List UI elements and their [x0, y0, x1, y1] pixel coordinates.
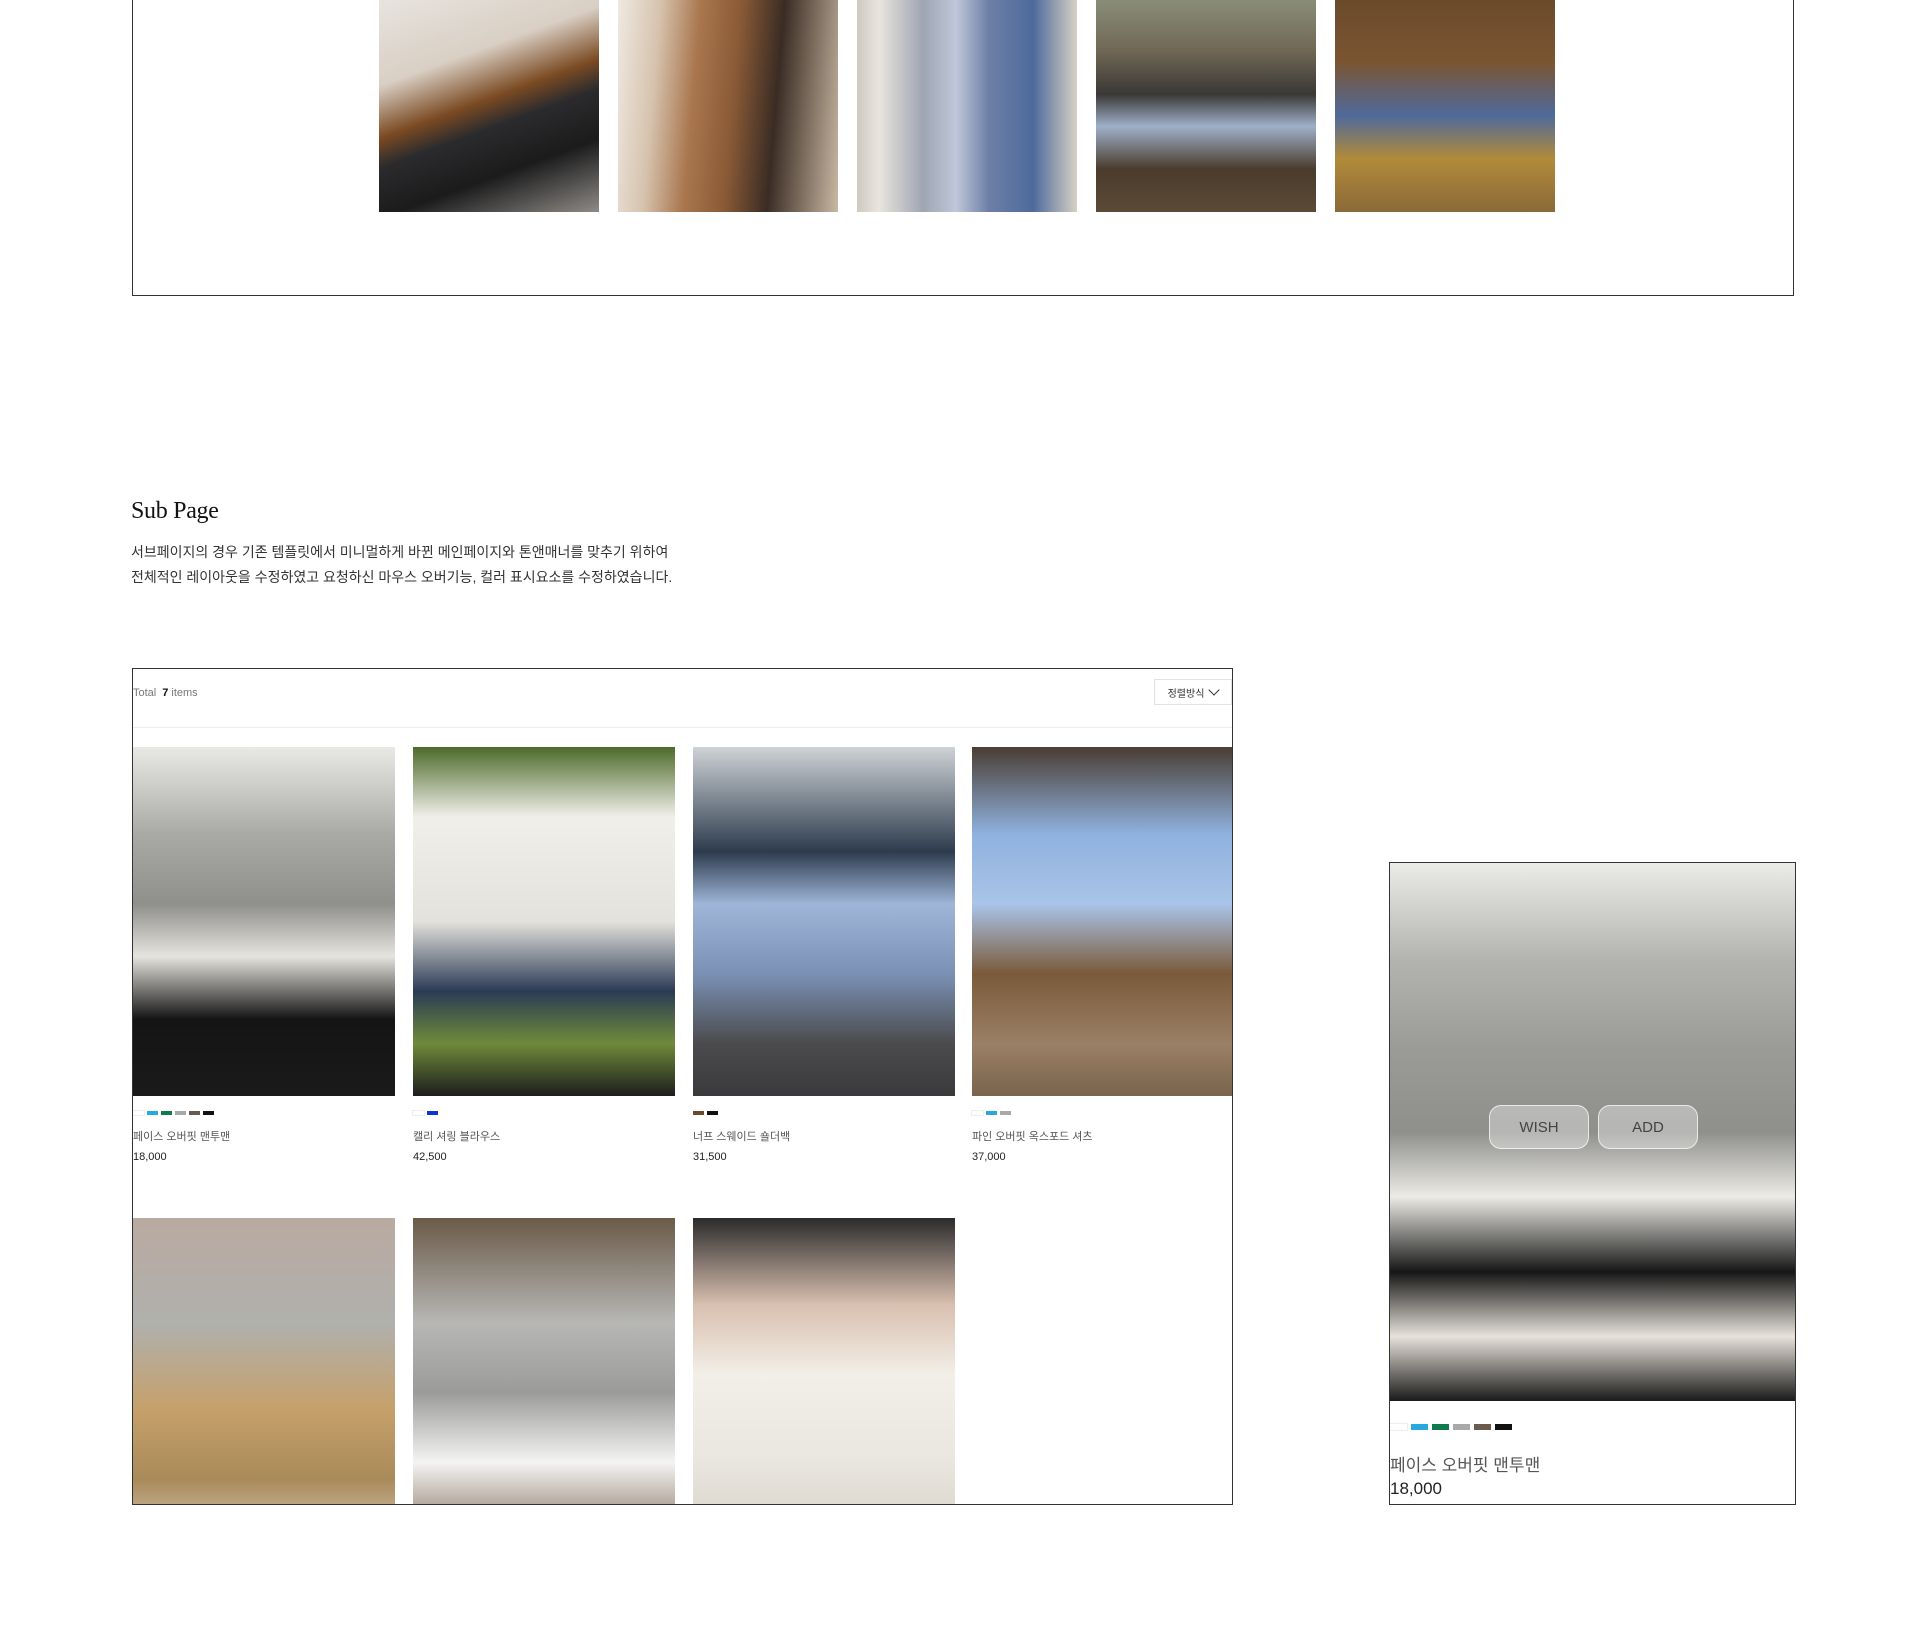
- color-swatch: [203, 1111, 214, 1115]
- product-card[interactable]: 페이스 오버핏 맨투맨 18,000: [133, 747, 395, 1163]
- color-swatch: [693, 1111, 704, 1115]
- color-swatches: [1390, 1423, 1512, 1431]
- product-card[interactable]: 캘리 셔링 블라우스 42,500: [412, 747, 675, 1163]
- product-image[interactable]: [133, 747, 395, 1096]
- product-name[interactable]: 페이스 오버핏 맨투맨: [1390, 1451, 1540, 1476]
- sort-dropdown[interactable]: 정렬방식: [1154, 679, 1232, 705]
- color-swatch: [412, 1110, 425, 1116]
- color-swatch: [971, 1110, 984, 1116]
- product-image[interactable]: [133, 1218, 395, 1504]
- sort-label: 정렬방식: [1167, 688, 1205, 700]
- product-card[interactable]: 너프 스웨이드 숄더백 31,500: [693, 747, 955, 1163]
- product-name[interactable]: 파인 오버핏 옥스포드 셔츠: [972, 1128, 1232, 1144]
- product-image[interactable]: [693, 747, 955, 1096]
- section-title: Sub Page: [131, 498, 219, 524]
- color-swatches: [971, 1110, 1232, 1116]
- color-swatches: [412, 1110, 675, 1116]
- color-swatch: [147, 1111, 158, 1115]
- color-swatch: [986, 1111, 997, 1115]
- color-swatch: [1453, 1424, 1470, 1430]
- color-swatches: [133, 1110, 395, 1116]
- product-image[interactable]: [693, 1218, 955, 1504]
- product-image[interactable]: [1390, 863, 1795, 1401]
- main-page-preview-frame: [132, 0, 1794, 296]
- lookbook-photo-4[interactable]: [1096, 0, 1316, 212]
- chevron-down-icon: [1208, 684, 1221, 696]
- product-card[interactable]: [413, 1218, 675, 1504]
- product-name[interactable]: 페이스 오버핏 맨투맨: [133, 1128, 395, 1144]
- items-label: items: [171, 687, 198, 699]
- product-price: 37,000: [972, 1151, 1006, 1163]
- product-card[interactable]: [133, 1218, 395, 1504]
- color-swatch: [1495, 1424, 1512, 1430]
- product-card[interactable]: 파인 오버핏 옥스포드 셔츠 37,000: [971, 747, 1232, 1163]
- color-swatch: [427, 1111, 438, 1115]
- total-count: Total 7 items: [133, 687, 198, 699]
- color-swatch: [133, 1110, 145, 1116]
- color-swatch: [1390, 1423, 1408, 1431]
- total-label: Total: [133, 687, 157, 699]
- product-image[interactable]: [413, 747, 675, 1096]
- section-description: 서브페이지의 경우 기존 템플릿에서 미니멀하게 바뀐 메인페이지와 톤앤매너를…: [131, 540, 672, 590]
- product-price: 31,500: [693, 1151, 727, 1163]
- color-swatch: [161, 1111, 172, 1115]
- product-price: 18,000: [1390, 1479, 1442, 1498]
- lookbook-photo-5[interactable]: [1335, 0, 1555, 212]
- section-description-line-2: 전체적인 레이아웃을 수정하였고 요청하신 마우스 오버기능, 컬러 표시요소를…: [131, 569, 673, 585]
- product-price: 42,500: [413, 1151, 447, 1163]
- color-swatch: [707, 1111, 718, 1115]
- section-description-line-1: 서브페이지의 경우 기존 템플릿에서 미니멀하게 바뀐 메인페이지와 톤앤매너를…: [131, 544, 669, 560]
- list-header-divider: [133, 727, 1232, 728]
- product-name[interactable]: 너프 스웨이드 숄더백: [693, 1128, 955, 1144]
- product-image[interactable]: [972, 747, 1232, 1096]
- wish-button[interactable]: WISH: [1489, 1105, 1589, 1149]
- color-swatch: [175, 1111, 186, 1115]
- product-hover-preview[interactable]: WISH ADD 페이스 오버핏 맨투맨 18,000: [1389, 862, 1796, 1505]
- total-number: 7: [162, 687, 169, 699]
- product-price: 18,000: [133, 1151, 167, 1163]
- color-swatches: [693, 1111, 955, 1115]
- product-image[interactable]: [413, 1218, 675, 1504]
- lookbook-photo-3[interactable]: [857, 0, 1077, 212]
- color-swatch: [189, 1111, 200, 1115]
- color-swatch: [1432, 1424, 1449, 1430]
- lookbook-photo-1[interactable]: [379, 0, 599, 212]
- color-swatch: [1411, 1424, 1428, 1430]
- sub-page-list-preview: Total 7 items 정렬방식 페이스 오버핏 맨투맨 18,000 캘리 셔…: [132, 668, 1233, 1505]
- color-swatch: [1000, 1111, 1011, 1115]
- add-button[interactable]: ADD: [1598, 1105, 1698, 1149]
- product-card[interactable]: [693, 1218, 955, 1504]
- color-swatch: [1474, 1424, 1491, 1430]
- lookbook-photo-2[interactable]: [618, 0, 838, 212]
- product-name[interactable]: 캘리 셔링 블라우스: [413, 1128, 675, 1144]
